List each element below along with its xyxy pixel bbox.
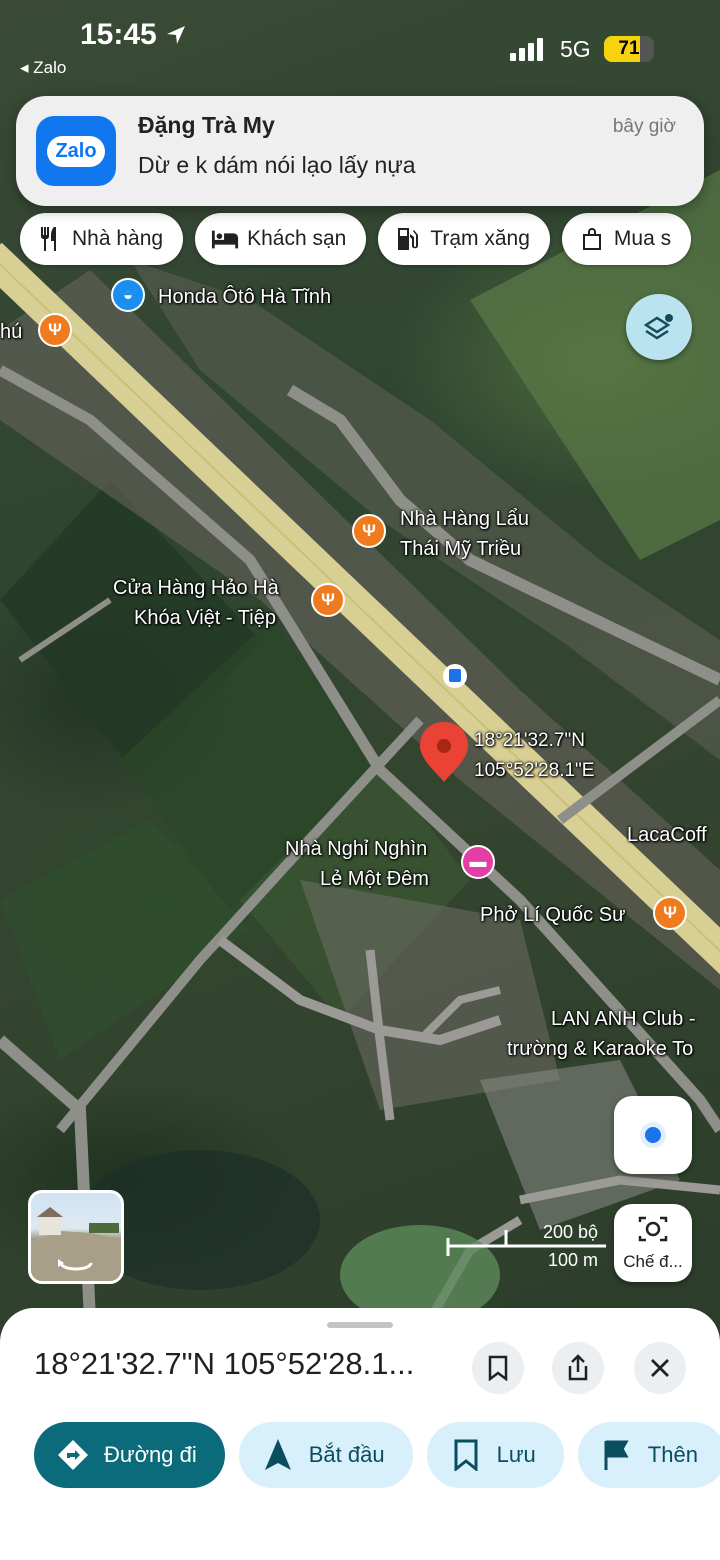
- battery-indicator: 71: [604, 36, 654, 62]
- cellular-signal-icon: [510, 38, 543, 61]
- place-title: 18°21'32.7"N 105°52'28.1...: [34, 1346, 415, 1381]
- bookmark-icon: [449, 1438, 483, 1472]
- start-label: Bắt đầu: [308, 1442, 385, 1467]
- chip-hotels[interactable]: Khách sạn: [195, 213, 367, 265]
- poi-lan-anh-line1[interactable]: LAN ANH Club -: [551, 1004, 696, 1034]
- map-layers-button[interactable]: [626, 294, 692, 360]
- notification-message: Dừ e k dám nói lạo lấy nựa: [138, 152, 416, 178]
- pin-longitude-label: 105°52'28.1"E: [474, 760, 595, 781]
- chip-shopping[interactable]: Mua s: [561, 213, 692, 265]
- lens-mode-label: Chế đ...: [623, 1252, 683, 1271]
- category-chips: Nhà hàng Khách sạn Trạm xăng Mua s: [20, 213, 692, 265]
- location-arrow-icon: [167, 26, 186, 44]
- restaurant-icon[interactable]: Ψ: [352, 514, 386, 548]
- street-view-thumbnail[interactable]: [28, 1190, 124, 1284]
- place-actions: Đường đi Bắt đầu Lưu Thên: [34, 1422, 720, 1488]
- chip-gas-stations[interactable]: Trạm xăng: [378, 213, 550, 265]
- map-scale: 200 bộ 100 m: [446, 1222, 606, 1272]
- shopping-bag-icon[interactable]: ◒: [111, 278, 145, 312]
- restaurant-icon[interactable]: Ψ: [653, 896, 687, 930]
- share-icon: [568, 1354, 588, 1381]
- network-type: 5G: [560, 36, 591, 62]
- my-location-icon: [640, 1122, 666, 1148]
- camera-lens-icon: [638, 1216, 668, 1242]
- start-button[interactable]: Bắt đầu: [238, 1422, 413, 1488]
- restaurant-icon[interactable]: Ψ: [311, 583, 345, 617]
- poi-cua-hang-line1[interactable]: Cửa Hàng Hảo Hà: [113, 573, 279, 603]
- hotel-icon: [211, 225, 239, 253]
- poi-nha-nghi-line2[interactable]: Lẻ Một Đêm: [320, 864, 429, 894]
- clock-text: 15:45: [80, 18, 157, 51]
- status-time: 15:45: [80, 18, 187, 52]
- poi-honda-label[interactable]: Honda Ôtô Hà Tĩnh: [158, 282, 331, 312]
- chip-label: Khách sạn: [247, 227, 347, 250]
- save-label: Lưu: [496, 1442, 536, 1467]
- layers-icon: [643, 314, 673, 340]
- my-location-button[interactable]: [614, 1096, 692, 1174]
- chip-restaurants[interactable]: Nhà hàng: [20, 213, 184, 265]
- notification-sender: Đặng Trà My: [138, 112, 275, 138]
- poi-lan-anh-line2[interactable]: trường & Karaoke To: [507, 1034, 693, 1064]
- scale-bar: [446, 1230, 606, 1256]
- zalo-logo-text: Zalo: [47, 135, 105, 167]
- street-view-photo: [31, 1207, 121, 1281]
- add-label-text: Thên: [647, 1442, 698, 1467]
- bookmark-icon: [488, 1355, 508, 1381]
- poi-phu-label[interactable]: hú: [0, 317, 22, 347]
- poi-nha-hang-lau-line1[interactable]: Nhà Hàng Lẩu: [400, 504, 529, 534]
- chip-label: Nhà hàng: [72, 227, 164, 250]
- restaurant-icon: [36, 225, 64, 253]
- poi-pho-label[interactable]: Phở Lí Quốc Sư: [480, 900, 625, 930]
- share-button[interactable]: [552, 1342, 604, 1394]
- hotel-icon[interactable]: ▬: [461, 845, 495, 879]
- directions-icon: [56, 1438, 90, 1472]
- pin-latitude-label: 18°21'32.7"N: [474, 730, 585, 751]
- status-bar: 15:45 ◂ Zalo 5G 71: [0, 0, 720, 90]
- save-button[interactable]: Lưu: [426, 1422, 564, 1488]
- chip-label: Trạm xăng: [430, 227, 530, 250]
- poi-laca-label[interactable]: LacaCoff: [627, 820, 707, 850]
- navigation-arrow-icon: [261, 1438, 295, 1472]
- notification-banner[interactable]: Zalo Đặng Trà My Dừ e k dám nói lạo lấy …: [16, 96, 704, 206]
- add-label-button[interactable]: Thên: [577, 1422, 720, 1488]
- close-icon: [651, 1359, 669, 1377]
- back-to-app-link[interactable]: ◂ Zalo: [20, 58, 66, 78]
- restaurant-icon[interactable]: Ψ: [38, 313, 72, 347]
- battery-percent: 71: [618, 38, 640, 59]
- poi-cua-hang-line2[interactable]: Khóa Việt - Tiệp: [134, 603, 276, 633]
- close-button[interactable]: [634, 1342, 686, 1394]
- lens-mode-button[interactable]: Chế đ...: [614, 1204, 692, 1282]
- notification-time: bây giờ: [612, 116, 676, 137]
- shopping-bag-icon: [578, 225, 606, 253]
- chip-label: Mua s: [613, 227, 672, 250]
- flag-icon: [600, 1438, 634, 1472]
- directions-label: Đường đi: [104, 1442, 197, 1467]
- directions-button[interactable]: Đường đi: [34, 1422, 225, 1488]
- save-bookmark-button[interactable]: [472, 1342, 524, 1394]
- zalo-app-icon: Zalo: [36, 116, 116, 186]
- poi-nha-hang-lau-line2[interactable]: Thái Mỹ Triều: [400, 534, 521, 564]
- sheet-drag-handle[interactable]: [327, 1322, 393, 1328]
- place-bottom-sheet[interactable]: 18°21'32.7"N 105°52'28.1... Đường đi Bắt…: [0, 1308, 720, 1560]
- poi-nha-nghi-line1[interactable]: Nhà Nghỉ Nghìn: [285, 834, 427, 864]
- gas-station-icon: [394, 225, 422, 253]
